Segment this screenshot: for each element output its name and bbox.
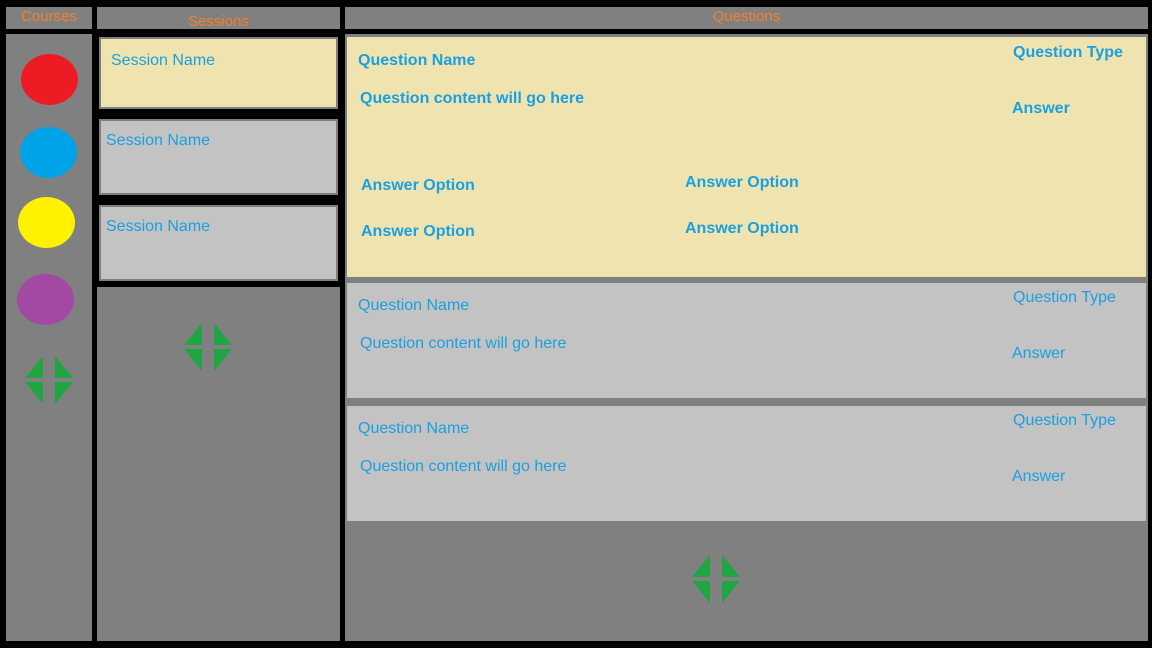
course-yellow[interactable] (18, 197, 75, 248)
course-purple[interactable] (17, 274, 74, 325)
answer-option-3[interactable]: Answer Option (361, 223, 475, 241)
question-name: Question Name (358, 420, 470, 437)
add-icon (184, 323, 232, 371)
course-blue[interactable] (20, 127, 77, 178)
question-name: Question Name (358, 52, 476, 69)
session-item-2[interactable]: Session Name (99, 119, 338, 195)
question-card-1[interactable]: Question Name Question Type Question con… (347, 37, 1146, 277)
add-icon (692, 555, 740, 603)
sessions-header: Sessions (97, 7, 340, 30)
answer-option-2[interactable]: Answer Option (685, 174, 799, 192)
courses-header: Courses (6, 7, 92, 29)
session-label: Session Name (106, 132, 211, 149)
question-content: Question content will go here (360, 458, 567, 475)
question-answer[interactable]: Answer (1012, 468, 1065, 486)
courses-panel (6, 34, 92, 641)
add-question-button[interactable] (688, 551, 744, 607)
session-item-1[interactable]: Session Name (99, 37, 338, 109)
question-answer[interactable]: Answer (1012, 100, 1070, 118)
answer-option-4[interactable]: Answer Option (685, 220, 799, 238)
add-icon (25, 356, 73, 404)
session-label: Session Name (111, 52, 216, 69)
question-content: Question content will go here (360, 90, 585, 107)
question-name: Question Name (358, 297, 470, 314)
session-label: Session Name (106, 218, 211, 235)
questions-header: Questions (345, 7, 1148, 29)
session-item-3[interactable]: Session Name (99, 205, 338, 281)
question-type[interactable]: Question Type (1013, 412, 1116, 430)
question-card-2[interactable]: Question Name Question Type Question con… (347, 283, 1146, 398)
question-type[interactable]: Question Type (1013, 44, 1123, 62)
add-course-button[interactable] (21, 352, 77, 408)
question-content: Question content will go here (360, 335, 567, 352)
question-card-3[interactable]: Question Name Question Type Question con… (347, 406, 1146, 521)
add-session-button[interactable] (180, 319, 236, 375)
answer-option-1[interactable]: Answer Option (361, 177, 475, 195)
question-answer[interactable]: Answer (1012, 345, 1065, 363)
question-type[interactable]: Question Type (1013, 289, 1116, 307)
course-red[interactable] (21, 54, 78, 105)
